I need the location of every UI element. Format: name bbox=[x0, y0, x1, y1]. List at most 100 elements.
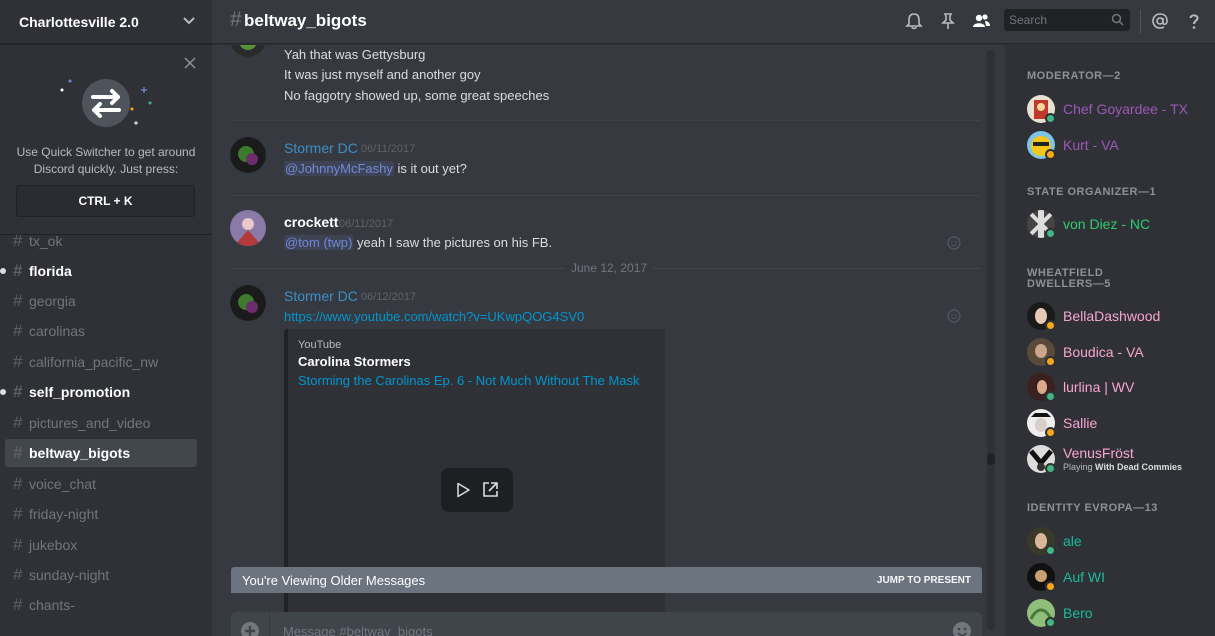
hash-icon: # bbox=[13, 443, 23, 462]
search-placeholder: Search bbox=[1009, 13, 1048, 27]
member-name: Chef Goyardee - TX bbox=[1063, 101, 1189, 117]
member-sallie[interactable]: Sallie bbox=[1027, 409, 1213, 441]
toolbar-divider bbox=[1140, 10, 1141, 34]
embed-title[interactable]: Storming the Carolinas Ep. 6 - Not Much … bbox=[298, 373, 640, 388]
add-reaction-icon[interactable] bbox=[946, 234, 962, 250]
channel-sidebar: Charlottesville 2.0 Use Quick Switcher t… bbox=[0, 0, 212, 636]
external-link-icon[interactable] bbox=[482, 481, 499, 498]
member-belladashwood[interactable]: BellaDashwood bbox=[1027, 302, 1213, 334]
hash-icon: # bbox=[13, 535, 23, 554]
member-bero[interactable]: Bero bbox=[1027, 599, 1213, 631]
channel-tx-ok[interactable]: # tx_ok bbox=[5, 227, 197, 255]
status-idle-indicator bbox=[1045, 320, 1056, 331]
composer-divider bbox=[269, 612, 270, 636]
chat-area[interactable]: Yah that was Gettysburg It was just myse… bbox=[212, 45, 998, 636]
message-divider bbox=[231, 195, 981, 196]
pin-icon[interactable] bbox=[938, 11, 958, 31]
user-mention[interactable]: @JohnnyMcFashy bbox=[284, 161, 394, 176]
message-text: Yah that was Gettysburg bbox=[284, 47, 426, 62]
unread-indicator bbox=[0, 268, 6, 274]
member-auf-wi[interactable]: Auf WI bbox=[1027, 563, 1213, 595]
message-author[interactable]: Stormer DC bbox=[284, 140, 358, 156]
status-online-indicator bbox=[1045, 463, 1056, 474]
status-online-indicator bbox=[1045, 113, 1056, 124]
channel-carolinas[interactable]: # carolinas bbox=[5, 317, 197, 345]
avatar[interactable] bbox=[230, 45, 266, 57]
members-icon[interactable] bbox=[971, 11, 991, 31]
jump-to-present-button[interactable]: JUMP TO PRESENT bbox=[877, 575, 971, 586]
avatar[interactable] bbox=[230, 285, 266, 321]
help-icon[interactable] bbox=[1184, 11, 1204, 31]
message-author[interactable]: Stormer DC bbox=[284, 288, 358, 304]
message-author[interactable]: crockett bbox=[284, 214, 338, 230]
channel-chants[interactable]: # chants- bbox=[5, 591, 197, 619]
hash-icon: # bbox=[13, 321, 23, 340]
member-name: Auf WI bbox=[1063, 569, 1106, 585]
status-idle-indicator bbox=[1045, 427, 1056, 438]
chat-scroll-thumb[interactable] bbox=[987, 453, 995, 465]
date-divider-label: June 12, 2017 bbox=[565, 261, 654, 275]
play-icon[interactable] bbox=[455, 482, 471, 498]
status-online-indicator bbox=[1045, 391, 1056, 402]
channel-label: georgia bbox=[29, 293, 76, 309]
channel-self-promotion[interactable]: # self_promotion bbox=[0, 378, 197, 406]
message-body: yeah I saw the pictures on his FB. bbox=[353, 235, 553, 250]
member-list: MODERATOR—2 Chef Goyardee - TX Kurt - VA… bbox=[1005, 45, 1215, 636]
search-input[interactable]: Search bbox=[1004, 9, 1130, 31]
status-idle-indicator bbox=[1045, 356, 1056, 367]
message-text: It was just myself and another goy bbox=[284, 67, 481, 82]
member-kurt-va[interactable]: Kurt - VA bbox=[1027, 131, 1213, 163]
hash-icon: # bbox=[13, 352, 23, 371]
status-online-indicator bbox=[1045, 228, 1056, 239]
channel-florida[interactable]: # florida bbox=[0, 257, 197, 285]
role-header: STATE ORGANIZER—1 bbox=[1027, 186, 1157, 198]
chat-scrollbar[interactable] bbox=[987, 50, 995, 630]
emoji-icon[interactable] bbox=[952, 621, 972, 636]
member-name: Boudica - VA bbox=[1063, 344, 1144, 360]
member-name: ale bbox=[1063, 533, 1082, 549]
member-ale[interactable]: ale bbox=[1027, 527, 1213, 559]
role-header: IDENTITY EVROPA—13 bbox=[1027, 502, 1158, 514]
channel-beltway-bigots[interactable]: # beltway_bigots bbox=[5, 439, 197, 467]
avatar[interactable] bbox=[230, 137, 266, 173]
embed-provider: YouTube bbox=[298, 339, 342, 351]
channel-label: beltway_bigots bbox=[29, 445, 131, 461]
channel-pictures-and-video[interactable]: # pictures_and_video bbox=[5, 409, 197, 437]
bell-icon[interactable] bbox=[904, 11, 924, 31]
add-reaction-icon[interactable] bbox=[946, 307, 962, 323]
channel-jukebox[interactable]: # jukebox bbox=[5, 531, 197, 559]
upload-plus-icon[interactable] bbox=[240, 621, 260, 636]
search-icon bbox=[1111, 13, 1124, 26]
channel-california-pacific-nw[interactable]: # california_pacific_nw bbox=[5, 348, 197, 376]
member-venusfrost[interactable]: VenusFröst Playing With Dead Commies bbox=[1027, 445, 1213, 481]
member-lurlina-wv[interactable]: lurlina | WV bbox=[1027, 373, 1213, 405]
hash-icon: # bbox=[13, 504, 23, 523]
member-activity: Playing With Dead Commies bbox=[1063, 462, 1182, 472]
message-link[interactable]: https://www.youtube.com/watch?v=UKwpQOG4… bbox=[284, 309, 584, 324]
channel-friday-night[interactable]: # friday-night bbox=[5, 500, 197, 528]
message-composer[interactable]: Message #beltway_bigots bbox=[231, 612, 982, 636]
avatar[interactable] bbox=[230, 210, 266, 246]
older-messages-label: You're Viewing Older Messages bbox=[242, 573, 426, 588]
channel-voice-chat[interactable]: # voice_chat bbox=[5, 470, 197, 498]
server-header[interactable]: Charlottesville 2.0 bbox=[0, 0, 212, 44]
hash-icon: # bbox=[13, 595, 23, 614]
embed-author[interactable]: Carolina Stormers bbox=[298, 354, 411, 369]
member-von-diez[interactable]: von Diez - NC bbox=[1027, 210, 1213, 242]
user-mention[interactable]: @tom (twp) bbox=[284, 235, 354, 250]
mention-icon[interactable] bbox=[1150, 11, 1170, 31]
member-name: lurlina | WV bbox=[1063, 379, 1135, 395]
status-online-indicator bbox=[1045, 545, 1056, 556]
member-boudica-va[interactable]: Boudica - VA bbox=[1027, 338, 1213, 370]
message-input[interactable]: Message #beltway_bigots bbox=[283, 624, 433, 636]
channel-label: tx_ok bbox=[29, 233, 63, 249]
channel-georgia[interactable]: # georgia bbox=[5, 287, 197, 315]
channel-sunday-night[interactable]: # sunday-night bbox=[5, 561, 197, 589]
message-text: No faggotry showed up, some great speech… bbox=[284, 88, 550, 103]
message-timestamp: 06/11/2017 bbox=[339, 218, 394, 230]
status-idle-indicator bbox=[1045, 149, 1056, 160]
close-icon[interactable] bbox=[184, 57, 196, 69]
member-chef-goyardee[interactable]: Chef Goyardee - TX bbox=[1027, 95, 1213, 127]
shortcut-button[interactable]: CTRL + K bbox=[16, 185, 195, 217]
video-controls bbox=[441, 468, 513, 512]
